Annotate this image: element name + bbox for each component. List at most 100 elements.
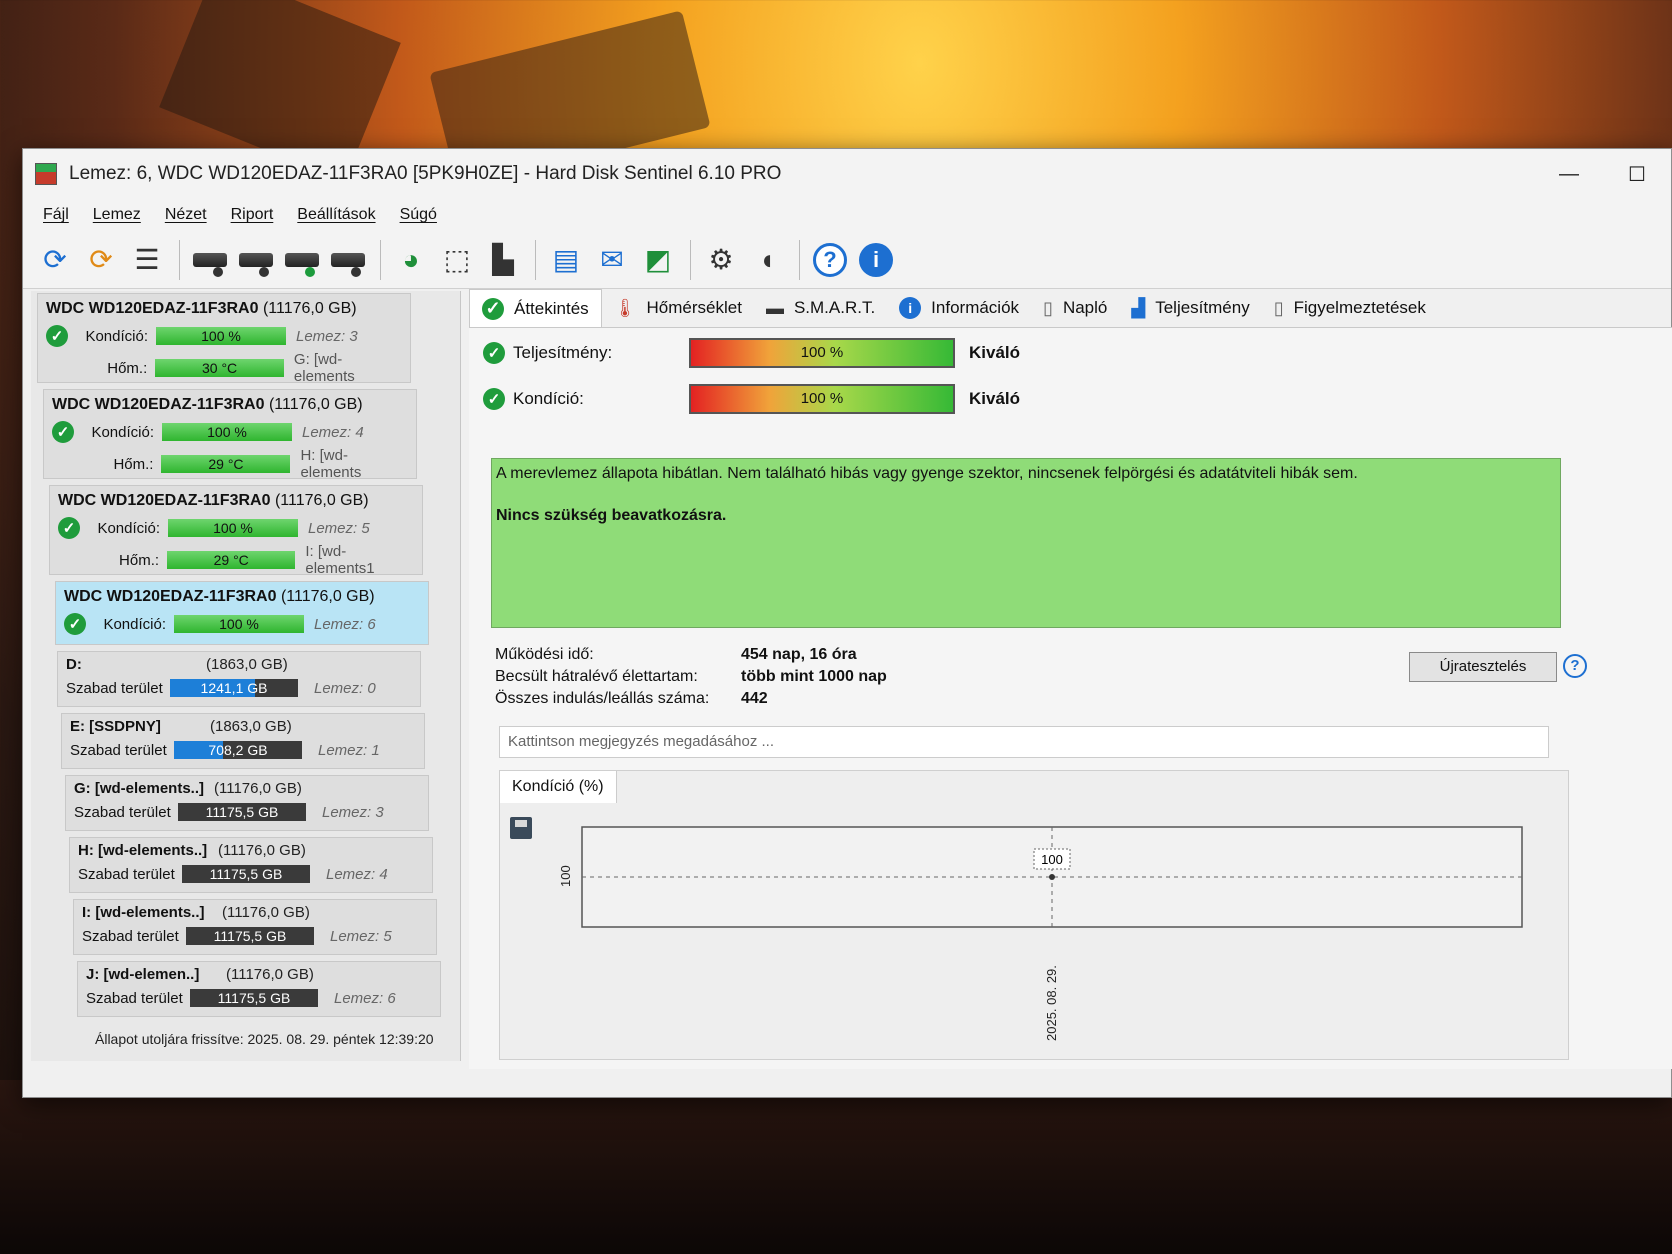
- tab-label: Napló: [1062, 298, 1108, 317]
- disk-card[interactable]: WDC WD120EDAZ-11F3RA0 (11176,0 GB) ✓ Kond…: [43, 389, 417, 481]
- free-space-label: Szabad terület: [86, 989, 183, 1007]
- details-panel: ✓ Áttekintés 🌡 Hőmérséklet ▬ S.M.A.R.T. i In…: [469, 289, 1672, 1069]
- temp-label: Hőm.:: [107, 359, 148, 377]
- network-icon[interactable]: ⬚: [435, 238, 479, 282]
- tab-information[interactable]: i Információk: [887, 289, 1031, 327]
- menu-file[interactable]: Fájl: [31, 206, 81, 224]
- tab-temperature[interactable]: 🌡 Hőmérséklet: [602, 289, 754, 327]
- title-bar: Lemez: 6, WDC WD120EDAZ-11F3RA0 [5PK9H0Z…: [23, 149, 1671, 199]
- free-space-label: Szabad terület: [82, 927, 179, 945]
- volume-card[interactable]: G: [wd-elements..] (11176,0 GB) Szabad te…: [65, 775, 429, 831]
- disk-check-icon[interactable]: [280, 238, 324, 282]
- volume-name: H: [wd-elements..]: [78, 842, 208, 859]
- maximize-button[interactable]: ☐: [1603, 149, 1671, 199]
- disk-icon[interactable]: [188, 238, 232, 282]
- menu-settings[interactable]: Beállítások: [285, 206, 387, 224]
- menu-help[interactable]: Súgó: [388, 206, 449, 224]
- menu-view[interactable]: Nézet: [153, 206, 219, 224]
- info-icon: i: [899, 297, 922, 319]
- check-icon: ✓: [482, 297, 504, 320]
- globe-icon[interactable]: ◕: [389, 238, 433, 282]
- menu-disk[interactable]: Lemez: [81, 206, 153, 224]
- usb-icon[interactable]: ▙: [481, 238, 525, 282]
- tab-alerts[interactable]: ▯ Figyelmeztetések: [1262, 289, 1438, 327]
- free-space-label: Szabad terület: [78, 865, 175, 883]
- temp-bar: 29 °C: [161, 455, 291, 473]
- tab-log[interactable]: ▯ Napló: [1031, 289, 1119, 327]
- help-icon[interactable]: ?: [808, 238, 852, 282]
- wallpaper-bottom: [0, 1080, 1672, 1254]
- tab-label: Információk: [931, 298, 1020, 317]
- list-icon[interactable]: ☰: [125, 238, 169, 282]
- disk-card[interactable]: WDC WD120EDAZ-11F3RA0 (11176,0 GB) ✓ Kond…: [37, 293, 411, 385]
- mail-icon[interactable]: ✉: [590, 238, 634, 282]
- disk-capacity: (11176,0 GB): [268, 396, 363, 413]
- disk-number: Lemez: 1: [318, 741, 380, 759]
- note-input[interactable]: Kattintson megjegyzés megadásához ...: [499, 726, 1549, 758]
- log-icon: ▯: [1043, 297, 1053, 318]
- free-space-bar: 708,2 GB: [174, 741, 302, 759]
- tab-label: Áttekintés: [514, 298, 589, 318]
- volume-capacity: (1863,0 GB): [210, 718, 292, 735]
- free-space-bar: 11175,5 GB: [190, 989, 318, 1007]
- status-bar: Állapot utoljára frissítve: 2025. 08. 29…: [95, 1031, 434, 1047]
- retest-button[interactable]: Újratesztelés: [1409, 652, 1557, 682]
- free-space-bar: 1241,1 GB: [170, 679, 298, 697]
- sound-icon[interactable]: ◖: [745, 238, 789, 282]
- volume-card[interactable]: J: [wd-elemen..] (11176,0 GB) Szabad terü…: [77, 961, 441, 1017]
- volume-capacity: (11176,0 GB): [218, 842, 306, 859]
- starts-value: 442: [741, 690, 768, 707]
- free-space-bar: 11175,5 GB: [178, 803, 306, 821]
- check-icon: ✓: [64, 613, 86, 635]
- chart-tab[interactable]: Kondíció (%): [500, 771, 617, 803]
- tab-smart[interactable]: ▬ S.M.A.R.T.: [754, 289, 887, 327]
- remote-icon[interactable]: ◩: [636, 238, 680, 282]
- gear-icon[interactable]: ⚙: [699, 238, 743, 282]
- status-message-box: A merevlemez állapota hibátlan. Nem talá…: [491, 458, 1561, 628]
- disk-capacity: (11176,0 GB): [280, 588, 375, 605]
- volume-name: G: [wd-elements..]: [74, 780, 205, 797]
- volume-card[interactable]: D: (1863,0 GB) Szabad terület 1241,1 GB Lem…: [57, 651, 421, 707]
- free-space-bar: 11175,5 GB: [186, 927, 314, 945]
- toolbar: ⟳ ⟳ ☰ ◕ ⬚ ▙ ▤ ✉ ◩ ⚙ ◖ ? i: [23, 231, 1671, 289]
- notes-icon[interactable]: ▤: [544, 238, 588, 282]
- disk-card[interactable]: WDC WD120EDAZ-11F3RA0 (11176,0 GB) ✓ Kond…: [49, 485, 423, 577]
- disk-search-icon[interactable]: [326, 238, 370, 282]
- alerts-icon: ▯: [1273, 297, 1284, 318]
- smart-icon: ▬: [765, 297, 784, 318]
- temp-bar: 29 °C: [167, 551, 296, 569]
- volume-card[interactable]: E: [SSDPNY] (1863,0 GB) Szabad terület 708…: [61, 713, 425, 769]
- disk-model: WDC WD120EDAZ-11F3RA0: [52, 396, 265, 413]
- health-bar: 100 %: [162, 423, 292, 441]
- disk-card-selected[interactable]: WDC WD120EDAZ-11F3RA0 (11176,0 GB) ✓ Kond…: [55, 581, 429, 645]
- disk-clock-icon[interactable]: [234, 238, 278, 282]
- disk-number: Lemez: 0: [314, 679, 376, 697]
- menu-report[interactable]: Riport: [219, 206, 286, 224]
- tab-performance[interactable]: ▟ Teljesítmény: [1119, 289, 1261, 327]
- temp-label: Hőm.:: [119, 551, 160, 569]
- info-icon[interactable]: i: [854, 238, 898, 282]
- volume-capacity: (11176,0 GB): [226, 966, 314, 983]
- refresh-warning-icon[interactable]: ⟳: [79, 238, 123, 282]
- help-icon[interactable]: ?: [1563, 654, 1587, 678]
- disk-stats: Működési idő: 454 nap, 16 óra Becsült hát…: [495, 646, 887, 712]
- health-label: Kondíció:: [97, 519, 160, 537]
- volume-card[interactable]: I: [wd-elements..] (11176,0 GB) Szabad te…: [73, 899, 437, 955]
- minimize-button[interactable]: —: [1535, 149, 1603, 199]
- performance-row: ✓ Teljesítmény: 100 % Kiváló: [483, 338, 1020, 368]
- status-recommendation: Nincs szükség beavatkozásra.: [496, 507, 727, 524]
- refresh-icon[interactable]: ⟳: [33, 238, 77, 282]
- health-bar: 100 %: [156, 327, 286, 345]
- y-tick-label: 100: [558, 865, 573, 887]
- disk-volume: G: [wd-elements: [293, 351, 355, 385]
- performance-label: Teljesítmény:: [513, 343, 613, 362]
- disk-number: Lemez: 4: [326, 865, 388, 883]
- tab-label: Hőmérséklet: [646, 298, 742, 317]
- check-icon: ✓: [483, 388, 505, 410]
- disk-title: WDC WD120EDAZ-11F3RA0 (11176,0 GB): [52, 396, 408, 414]
- volume-card[interactable]: H: [wd-elements..] (11176,0 GB) Szabad te…: [69, 837, 433, 893]
- lifetime-value: több mint 1000 nap: [741, 668, 887, 685]
- chart-svg: 100 2025. 08. 29. 100: [558, 826, 1523, 1041]
- tab-overview[interactable]: ✓ Áttekintés: [469, 289, 602, 327]
- free-space-label: Szabad terület: [74, 803, 171, 821]
